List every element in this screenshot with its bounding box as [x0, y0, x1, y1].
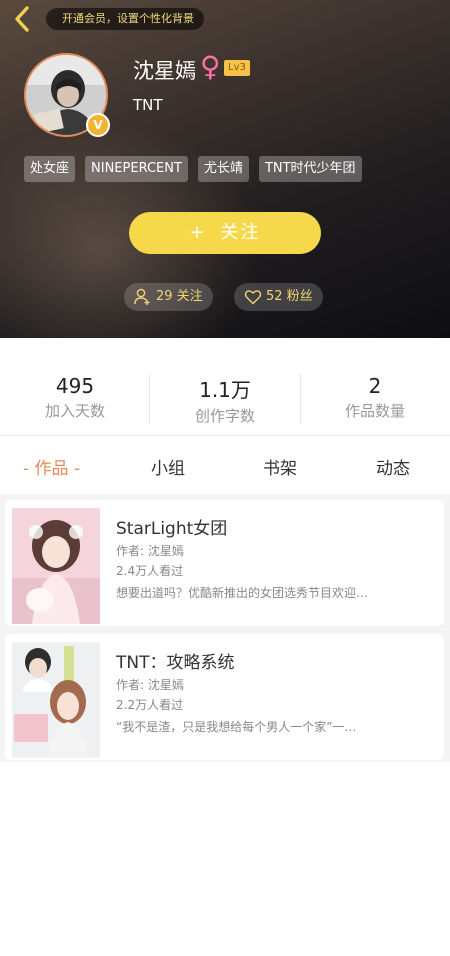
work-author: 作者: 沈星嫣 [116, 544, 184, 558]
work-views: 2.4万人看过 [116, 564, 184, 578]
work-title: TNT：攻略系统 [116, 653, 235, 673]
user-group: TNT [133, 96, 163, 114]
followers-count-button[interactable]: 52 粉丝 [234, 283, 323, 311]
work-views: 2.2万人看过 [116, 698, 184, 712]
work-author: 作者: 沈星嫣 [116, 678, 184, 692]
following-count-button[interactable]: 29 关注 [124, 283, 213, 311]
stat-value: 495 [55, 374, 95, 398]
avatar[interactable]: V [24, 53, 110, 137]
work-description: 想要出道吗？优酷新推出的女团选秀节目欢迎… [116, 586, 369, 600]
back-button[interactable] [8, 4, 38, 34]
work-cover-image [12, 642, 100, 758]
level-badge: Lv3 [224, 60, 250, 76]
stats-bar: 495 加入天数 1.1万 创作字数 2 作品数量 [0, 338, 450, 436]
heart-icon [244, 290, 262, 305]
work-description: “我不是渣，只是我想给每个男人一个家”一… [116, 720, 357, 734]
stat-value: 1.1万 [199, 378, 251, 402]
stat-word-count: 1.1万 创作字数 [150, 374, 300, 426]
stat-label: 加入天数 [44, 402, 105, 420]
tag-item[interactable]: 处女座 [24, 156, 76, 182]
tab-groups[interactable]: 小组 [151, 454, 185, 479]
plus-icon: + [189, 222, 207, 243]
verified-badge-icon: V [86, 113, 110, 137]
chevron-left-icon [15, 6, 29, 32]
vip-background-banner[interactable]: 开通会员，设置个性化背景 [46, 8, 204, 30]
work-card[interactable]: StarLight女团 作者: 沈星嫣 2.4万人看过 想要出道吗？优酷新推出的… [5, 500, 444, 626]
user-add-icon [134, 288, 150, 305]
tab-works[interactable]: - 作品 - [23, 454, 80, 479]
work-title: StarLight女团 [116, 519, 228, 539]
stat-value: 2 [368, 374, 382, 398]
works-list: StarLight女团 作者: 沈星嫣 2.4万人看过 想要出道吗？优酷新推出的… [0, 494, 450, 762]
tag-item[interactable]: NINEPERCENT [85, 156, 188, 182]
user-name: 沈星嫣 [133, 59, 196, 83]
followers-count: 52 粉丝 [266, 289, 313, 304]
profile-tabs: - 作品 - 小组 书架 动态 [0, 436, 450, 494]
tag-list: 处女座 NINEPERCENT 尤长靖 TNT时代少年团 [24, 156, 362, 182]
tag-item[interactable]: TNT时代少年团 [258, 156, 362, 182]
following-count: 29 关注 [156, 289, 203, 304]
tag-item[interactable]: 尤长靖 [197, 156, 249, 182]
female-gender-icon: ♀ [200, 50, 221, 83]
stat-label: 创作字数 [194, 407, 255, 425]
work-card[interactable]: TNT：攻略系统 作者: 沈星嫣 2.2万人看过 “我不是渣，只是我想给每个男人… [5, 634, 444, 760]
work-cover-image [12, 508, 100, 624]
stat-join-days: 495 加入天数 [0, 374, 150, 421]
tab-activity[interactable]: 动态 [376, 454, 410, 479]
tab-bookshelf[interactable]: 书架 [263, 454, 297, 479]
follow-button[interactable]: + 关注 [129, 212, 321, 254]
profile-header: 开通会员，设置个性化背景 V 沈星嫣 ♀ Lv3 TNT 处女座 NINEPER… [0, 0, 450, 338]
stat-work-count: 2 作品数量 [300, 374, 450, 421]
follow-button-label: 关注 [220, 222, 261, 243]
stat-label: 作品数量 [344, 402, 405, 420]
